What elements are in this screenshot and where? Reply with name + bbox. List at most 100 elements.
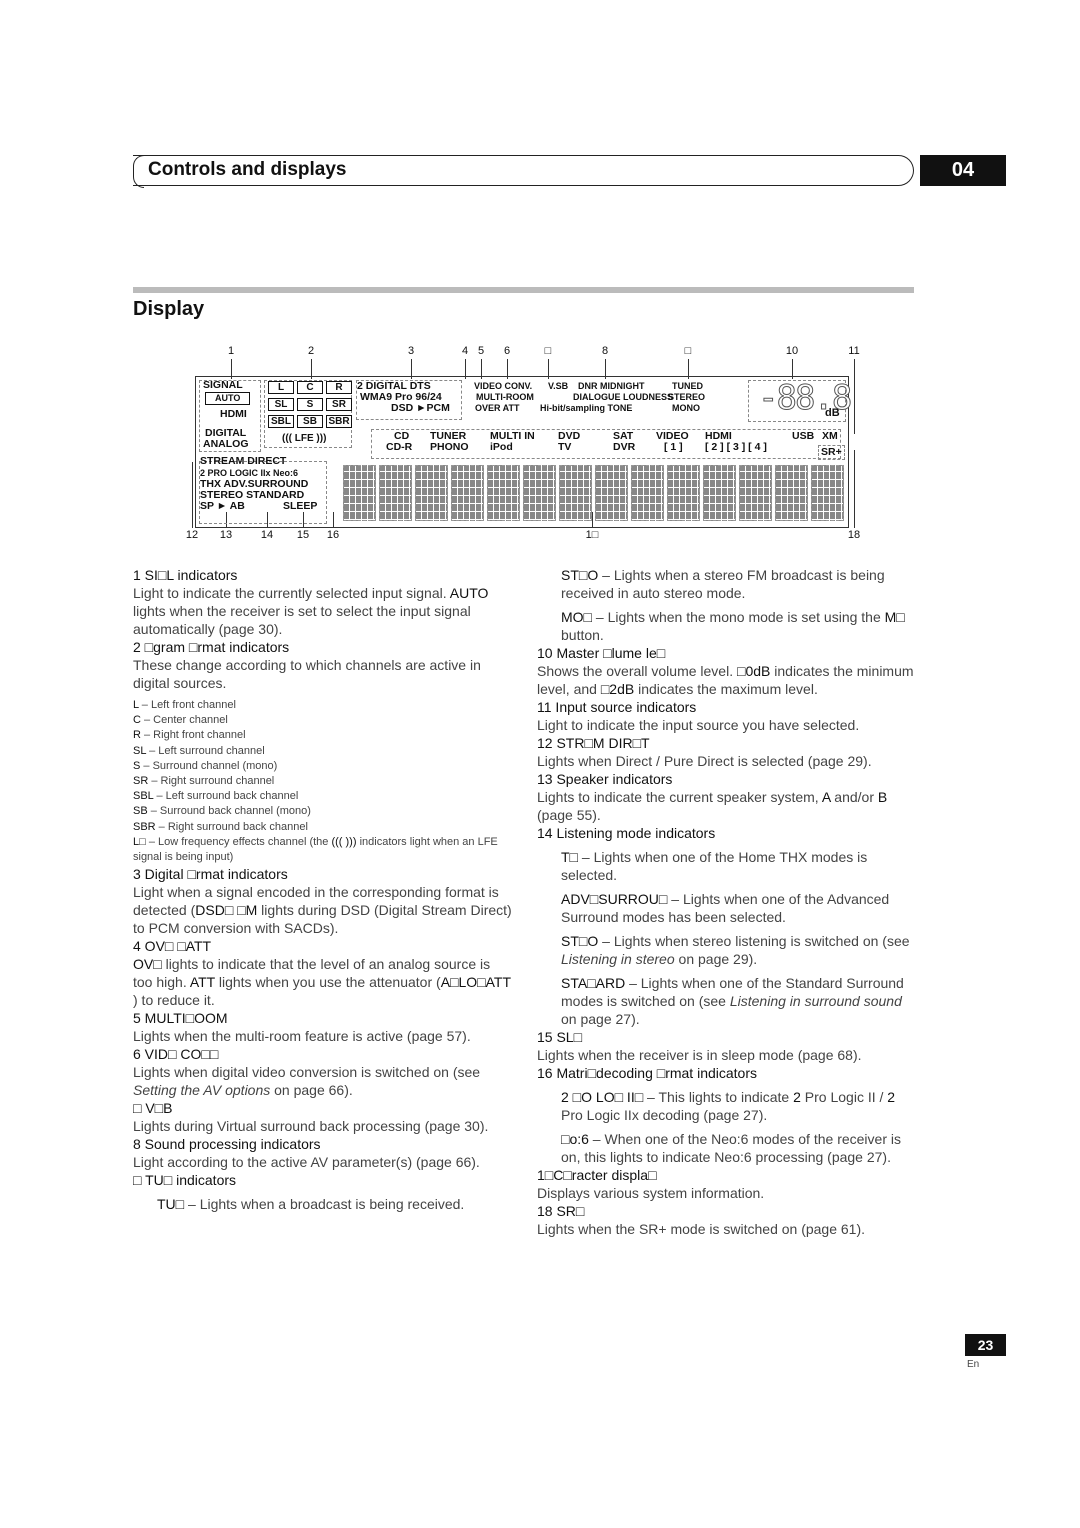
display-character-cell — [487, 465, 520, 521]
text-run: B — [877, 789, 888, 805]
display-indicator: DIALOGUE LOUDNESS — [573, 392, 674, 402]
text-run: OV□ — [133, 956, 162, 973]
display-indicator: SR — [326, 398, 352, 411]
callout-number: 11 — [848, 345, 860, 357]
display-character-cell — [523, 465, 556, 521]
item-5: 5 MULTI□OOM Lights when the multi-room fe… — [133, 1009, 513, 1045]
sub-indicator-description: □o:6 – When one of the Neo:6 modes of th… — [537, 1130, 917, 1166]
item-description: Lights during Virtual surround back proc… — [133, 1117, 513, 1135]
display-indicator: SP ► AB — [200, 500, 245, 512]
item-7: 15 SL□ Lights when the receiver is in sle… — [537, 1028, 917, 1064]
text-run: Listening in surround sound — [729, 993, 902, 1009]
text-run: – This lights to indicate — [643, 1089, 794, 1105]
text-run: Lights when the receiver is in sleep mod… — [537, 1047, 862, 1063]
page-number: 23 — [965, 1334, 1006, 1356]
item-4: 12 STR□M DIR□T Lights when Direct / Pure … — [537, 734, 917, 770]
text-run: on page 66). — [270, 1082, 353, 1099]
display-indicator: TUNED — [672, 381, 703, 391]
text-run: – Lights when stereo listening is switch… — [598, 933, 910, 949]
callout-number: 2 — [307, 345, 315, 357]
callout-number: 4 — [461, 345, 469, 357]
display-character-cell — [775, 465, 808, 521]
sub-indicator-description: ST□O – Lights when stereo listening is s… — [537, 932, 917, 968]
display-indicator: R — [326, 381, 352, 394]
display-indicator: XM — [822, 430, 838, 442]
display-indicator: SL — [268, 398, 294, 411]
callout-number: □ — [544, 345, 552, 357]
item-heading: 6 VID□ CO□□ — [133, 1046, 219, 1063]
item-description: Light to indicate the currently selected… — [133, 584, 513, 638]
right-column: ST□O – Lights when a stereo FM broadcast… — [537, 566, 917, 1238]
text-run: Lights when the multi-room feature is ac… — [133, 1028, 471, 1045]
callout-number: 3 — [407, 345, 415, 357]
text-run: SB — [133, 805, 148, 818]
display-character-cell — [595, 465, 628, 521]
channel-legend-entry: R – Right front channel — [133, 728, 513, 743]
item-4: 4 OV□ □ATT OV□ lights to indicate that th… — [133, 937, 513, 1009]
item-heading: 11 Input source indicators — [537, 699, 697, 715]
sub-indicator-description: ST□O – Lights when a stereo FM broadcast… — [537, 566, 917, 602]
text-run: button. — [561, 627, 604, 643]
text-run: Displays various system information. — [537, 1185, 765, 1201]
text-run: DSD□ □M — [195, 902, 258, 919]
item-description: Lights when the multi-room feature is ac… — [133, 1027, 513, 1045]
item-3: 11 Input source indicators Light to indic… — [537, 698, 917, 734]
item-description: Light to indicate the input source you h… — [537, 716, 917, 734]
text-run: Pro Logic IIx decoding (page 27). — [561, 1107, 768, 1123]
text-run: SL — [133, 744, 147, 757]
item-10: 18 SR□ Lights when the SR+ mode is switch… — [537, 1202, 917, 1238]
display-character-cell — [667, 465, 700, 521]
display-indicator: dB — [825, 407, 840, 419]
text-run: Lights to indicate the current speaker s… — [537, 789, 822, 805]
item-description: Light when a signal encoded in the corre… — [133, 883, 513, 937]
display-indicator: VIDEO CONV. — [474, 381, 533, 391]
callout-leader — [854, 450, 855, 528]
item-description: Lights when the receiver is in sleep mod… — [537, 1046, 917, 1064]
text-run: – Right surround back channel — [155, 820, 308, 833]
display-indicator: DSD ►PCM — [391, 402, 450, 414]
item-2: 10 Master □lume le□ Shows the overall vol… — [537, 644, 917, 698]
language-label: En — [967, 1359, 980, 1370]
display-indicator: ANALOG — [203, 438, 249, 450]
callout-number: 16 — [326, 529, 340, 541]
display-indicator: DVR — [613, 441, 636, 453]
display-indicator: CD-R — [386, 441, 413, 453]
item-heading: 5 MULTI□OOM — [133, 1010, 228, 1027]
text-run: STA□ARD — [561, 975, 626, 991]
item-6: 6 VID□ CO□□ Lights when digital video con… — [133, 1045, 513, 1099]
text-run: A□LO□ATT — [440, 974, 511, 991]
display-indicator: TV — [558, 441, 572, 453]
text-run: 2 □O LO□ II□ — [561, 1089, 644, 1105]
display-indicator: SBR — [326, 415, 352, 428]
display-indicator: SBL — [268, 415, 294, 428]
text-run: Listening in stereo — [561, 951, 675, 967]
item-heading: 13 Speaker indicators — [537, 771, 673, 787]
text-run: lights when the receiver is set to selec… — [133, 603, 471, 637]
item-8: 8 Sound processing indicators Light accor… — [133, 1135, 513, 1171]
callout-leader — [192, 462, 193, 528]
item-2: 2 □gram □rmat indicators These change acc… — [133, 638, 513, 865]
display-indicator: DNR MIDNIGHT — [578, 381, 645, 391]
chapter-number: 04 — [920, 155, 1006, 186]
callout-number: 18 — [847, 529, 861, 541]
item-heading: 2 □gram □rmat indicators — [133, 639, 290, 655]
display-character-cell — [415, 465, 448, 521]
sub-indicator-description: 2 □O LO□ II□ – This lights to indicate 2… — [537, 1088, 917, 1124]
callout-number: 13 — [219, 529, 233, 541]
channel-legend-entry: SBL – Left surround back channel — [133, 789, 513, 804]
text-run: SR — [133, 775, 149, 788]
channel-legend-entry: L□ – Low frequency effects channel (the … — [133, 835, 513, 865]
display-indicator: STEREO — [668, 392, 706, 402]
text-run: TU□ — [157, 1196, 185, 1213]
callout-number: □ — [684, 345, 692, 357]
display-character-cell — [739, 465, 772, 521]
item-heading: 8 Sound processing indicators — [133, 1136, 321, 1153]
text-run: – Left surround channel — [146, 744, 265, 757]
item-9: 1□C□racter displa□ Displays various syste… — [537, 1166, 917, 1202]
item-heading: 1 SI□L indicators — [133, 567, 238, 583]
display-indicator: L — [268, 381, 294, 394]
item-description: Lights when Direct / Pure Direct is sele… — [537, 752, 917, 770]
text-run: T□ — [561, 849, 579, 865]
text-run: on page 29). — [674, 951, 758, 967]
channel-legend-entry: C – Center channel — [133, 713, 513, 728]
